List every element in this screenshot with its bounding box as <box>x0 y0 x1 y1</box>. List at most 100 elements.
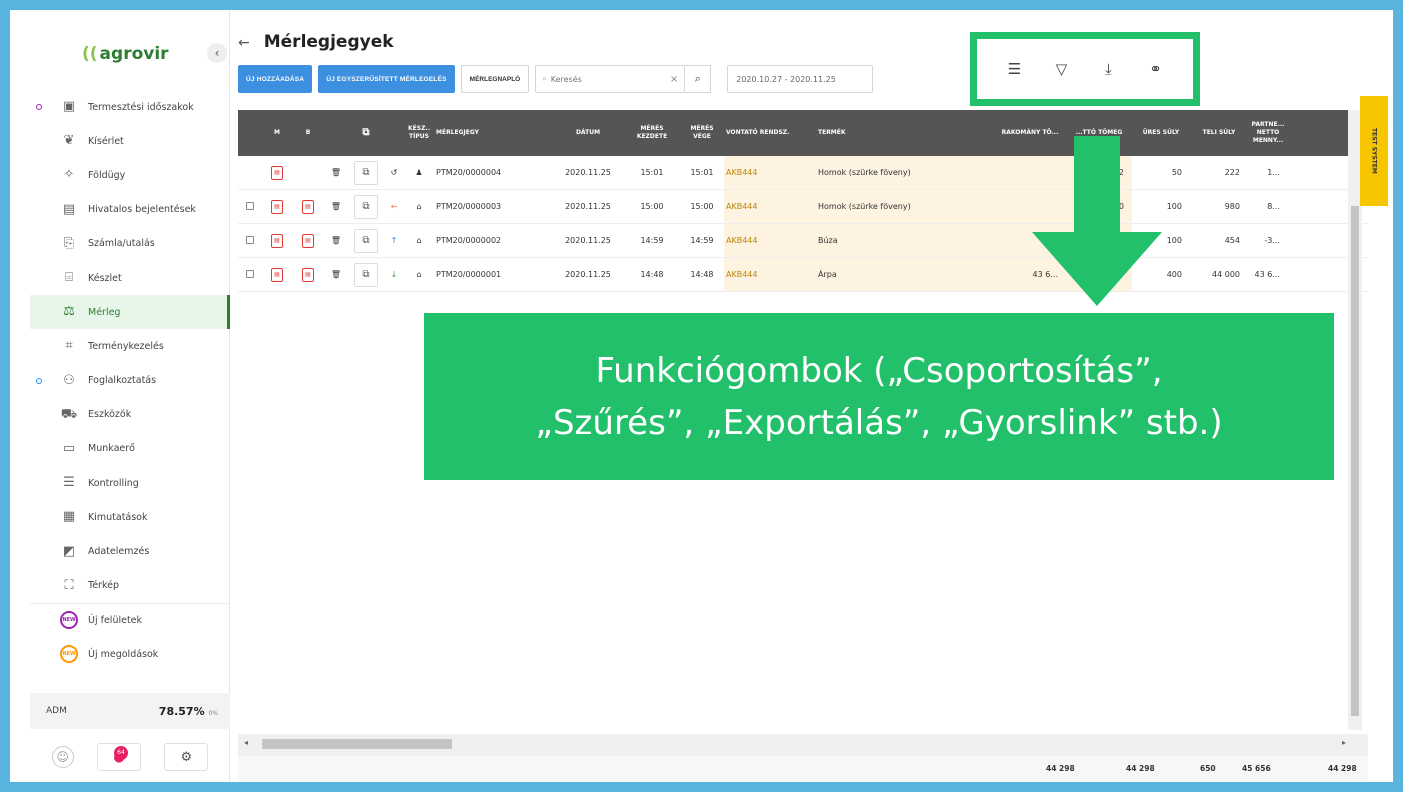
quicklink-button[interactable]: ⚭ <box>1142 55 1170 83</box>
partner-cell: 8... <box>1267 202 1280 211</box>
export-button[interactable]: ⤓ <box>1095 55 1123 83</box>
sidebar-item-kiserlet[interactable]: ❦ Kísérlet <box>30 124 230 158</box>
b-pdf-button[interactable]: ▤ <box>292 233 324 248</box>
vertical-scroll-thumb[interactable] <box>1351 206 1359 716</box>
ticket-cell[interactable]: PTM20/0000004 <box>434 168 552 177</box>
new-badge-icon: NEW <box>60 611 78 630</box>
table-row[interactable]: ▤ ▤ 🗑 ⧉ ↓ ⌂ PTM20/0000001 2020.11.25 14:… <box>238 258 1368 292</box>
simplified-weighing-button[interactable]: ÚJ EGYSZERŰSÍTETT MÉRLEGELÉS <box>318 65 455 93</box>
search-input[interactable] <box>550 74 641 84</box>
adm-progress-bar: ADM 78.57% 0% <box>30 693 230 729</box>
sidebar-item-szamla-utalas[interactable]: ⎘ Számla/utalás <box>30 227 230 261</box>
m-pdf-button[interactable]: ▤ <box>262 267 292 282</box>
logo-text: agrovir <box>99 44 169 64</box>
sidebar-item-eszkozok[interactable]: ⛟ Eszközök <box>30 398 230 432</box>
delete-button[interactable]: 🗑 <box>324 236 348 245</box>
settings-button[interactable]: ⚙ <box>164 743 209 771</box>
ticket-cell[interactable]: PTM20/0000002 <box>434 236 552 245</box>
arrow-left-icon: ← <box>390 202 398 211</box>
scroll-right-icon[interactable]: ▸ <box>1342 738 1346 747</box>
table-row[interactable]: ▤ ▤ 🗑 ⧉ ↑ ⌂ PTM20/0000002 2020.11.25 14:… <box>238 224 1368 258</box>
horizontal-scroll-thumb[interactable] <box>262 739 452 749</box>
col-end[interactable]: MÉRÉS VÉGE <box>680 125 724 141</box>
col-product[interactable]: TERMÉK <box>816 129 994 137</box>
copy-button[interactable]: ⧉ <box>348 194 384 219</box>
delete-button[interactable]: 🗑 <box>324 202 348 211</box>
sidebar-item-termenykezeles[interactable]: ⌗ Terménykezelés <box>30 329 230 363</box>
filter-icon: ▽ <box>1055 60 1068 78</box>
sidebar-item-label: Kontrolling <box>88 477 139 489</box>
annotation-line-1: Funkciógombok („Csoportosítás”, <box>595 350 1163 391</box>
checkbox[interactable] <box>246 235 254 244</box>
filter-button[interactable]: ▽ <box>1048 55 1076 83</box>
sidebar-item-merleg[interactable]: ⚖ Mérleg <box>30 295 230 330</box>
scroll-left-icon[interactable]: ◂ <box>244 738 248 747</box>
ticket-cell[interactable]: PTM20/0000003 <box>434 202 552 211</box>
weighing-log-button[interactable]: MÉRLEGNAPLÓ <box>460 65 530 93</box>
sidebar-item-uj-feluletek[interactable]: NEW Új felületek <box>30 602 230 637</box>
notifications-button[interactable]: ● 64 <box>96 743 141 771</box>
sidebar-item-uj-megoldasok[interactable]: NEW Új megoldások <box>30 637 230 671</box>
col-m[interactable]: M <box>262 129 292 137</box>
collapse-sidebar-button[interactable]: ‹ <box>207 43 227 63</box>
horizontal-scrollbar[interactable]: ◂ ▸ <box>238 734 1368 756</box>
col-vehicle[interactable]: VONTATÓ RENDSZ. <box>724 129 816 137</box>
col-full[interactable]: TELI SÚLY <box>1190 129 1248 137</box>
ticket-cell[interactable]: PTM20/0000001 <box>434 270 552 279</box>
back-arrow-icon[interactable]: ← <box>238 35 250 51</box>
sidebar-item-hivatalos-bejelentesek[interactable]: ▤ Hivatalos bejelentések <box>30 193 230 227</box>
m-pdf-button[interactable]: ▤ <box>262 233 292 248</box>
add-new-button[interactable]: ÚJ HOZZÁADÁSA <box>238 65 313 93</box>
sidebar-item-terkep[interactable]: ⛶ Térkép <box>30 569 230 603</box>
col-b[interactable]: B <box>292 129 324 137</box>
delete-button[interactable]: 🗑 <box>324 168 348 177</box>
sidebar-item-foldugy[interactable]: ✧ Földügy <box>30 158 230 192</box>
sidebar-item-adatelemzes[interactable]: ◩ Adatelemzés <box>30 534 230 568</box>
col-date[interactable]: DÁTUM <box>552 129 624 137</box>
undo-button[interactable]: ↺ <box>384 168 404 177</box>
copy-button[interactable]: ⧉ <box>348 160 384 185</box>
table-row[interactable]: ▤ 🗑 ⧉ ↺ ♟ PTM20/0000004 2020.11.25 15:01… <box>238 156 1368 190</box>
logo-swirl-icon: (( <box>82 44 98 64</box>
copy-button[interactable]: ⧉ <box>348 262 384 287</box>
copy-button[interactable]: ⧉ <box>348 228 384 253</box>
sidebar-item-termesztesi-idoszakok[interactable]: ▣ Termesztési időszakok <box>30 90 230 124</box>
col-partner[interactable]: PARTNE... NETTO MENNY... <box>1248 121 1288 145</box>
b-pdf-button[interactable]: ▤ <box>292 267 324 282</box>
controlling-icon: ☰ <box>63 475 75 491</box>
leaf-icon: ❦ <box>63 133 75 149</box>
toolbar: ÚJ HOZZÁADÁSA ÚJ EGYSZERŰSÍTETT MÉRLEGEL… <box>238 64 874 94</box>
sidebar-item-kimutatasok[interactable]: ▦ Kimutatások <box>30 500 230 534</box>
vehicle-cell: AKB444 <box>724 190 816 223</box>
table-row[interactable]: ▤ ▤ 🗑 ⧉ ← ⌂ PTM20/0000003 2020.11.25 15:… <box>238 190 1368 224</box>
date-range-picker[interactable]: 2020.10.27 - 2020.11.25 <box>727 65 874 93</box>
sidebar-item-foglalkoztatas[interactable]: ⚇ Foglalkoztatás <box>30 364 230 398</box>
sidebar-item-label: Számla/utalás <box>88 238 155 250</box>
col-ticket[interactable]: MÉRLEGJEGY <box>434 129 552 137</box>
total-net: 44 298 <box>1126 764 1155 773</box>
col-type[interactable]: KÉSZ.. TÍPUS <box>404 125 434 141</box>
col-start[interactable]: MÉRÉS KEZDETE <box>624 125 680 141</box>
start-cell: 15:00 <box>640 202 664 211</box>
page-title-text: Mérlegjegyek <box>263 32 394 52</box>
full-cell: 222 <box>1224 168 1240 177</box>
checkbox[interactable] <box>246 269 254 278</box>
sidebar-item-munkaero[interactable]: ▭ Munkaerő <box>30 432 230 466</box>
sidebar-item-kontrolling[interactable]: ☰ Kontrolling <box>30 466 230 500</box>
row-checkbox[interactable] <box>238 269 262 280</box>
checkbox[interactable] <box>246 201 254 210</box>
delete-button[interactable]: 🗑 <box>324 270 348 279</box>
b-pdf-button[interactable]: ▤ <box>292 199 324 214</box>
arrow-down-icon: ↓ <box>390 270 398 279</box>
row-checkbox[interactable] <box>238 201 262 212</box>
group-button[interactable]: ☰ <box>1001 55 1029 83</box>
m-pdf-button[interactable]: ▤ <box>262 199 292 214</box>
clear-icon[interactable]: × <box>670 74 678 85</box>
sidebar-item-keszlet[interactable]: ⌸ Készlet <box>30 261 230 295</box>
copy-icon: ⧉ <box>354 194 378 219</box>
m-pdf-button[interactable]: ▤ <box>262 165 292 180</box>
row-checkbox[interactable] <box>238 235 262 246</box>
user-avatar-icon[interactable]: ☺ <box>51 746 74 768</box>
search-button[interactable]: ⌕ <box>685 65 712 93</box>
logo[interactable]: ((agrovir <box>82 44 169 64</box>
